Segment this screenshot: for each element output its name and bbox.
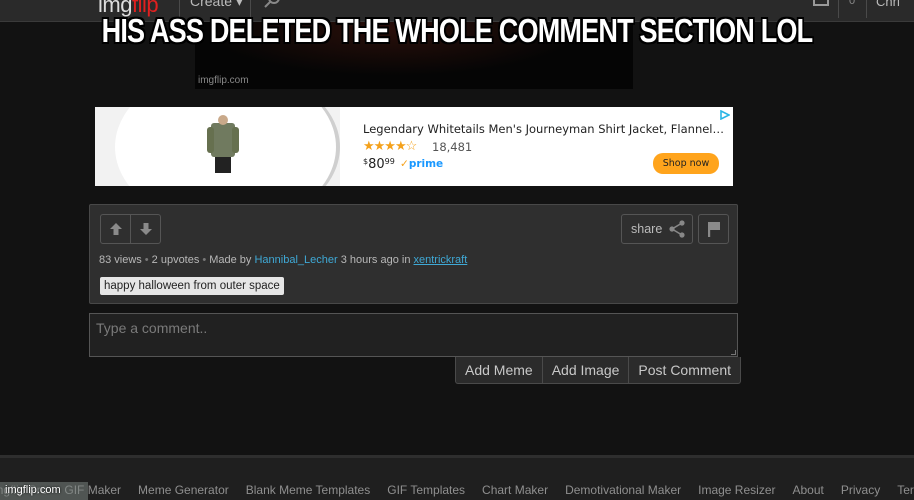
- search-icon[interactable]: [262, 0, 282, 8]
- user-menu[interactable]: Chri: [876, 0, 900, 9]
- separator: •: [144, 254, 149, 266]
- post-meta: 83 views • 2 upvotes • Made by Hannibal_Lech…: [99, 254, 467, 266]
- made-by-label: Made by: [209, 254, 252, 266]
- vote-buttons: [100, 214, 161, 244]
- separator: •: [202, 254, 207, 266]
- footer-link-meme-generator[interactable]: Meme Generator: [138, 483, 229, 497]
- imgflip-watermark: imgflip.com: [0, 482, 88, 500]
- comment-input[interactable]: [89, 313, 738, 357]
- author-link[interactable]: Hannibal_Lecher: [254, 254, 337, 266]
- prime-check-icon: ✓: [400, 158, 409, 170]
- shop-now-button[interactable]: Shop now: [653, 153, 719, 174]
- share-button[interactable]: share: [621, 214, 693, 244]
- footer-link-privacy[interactable]: Privacy: [841, 483, 880, 497]
- footer-link-gif-templates[interactable]: GIF Templates: [387, 483, 465, 497]
- footer-link-chart-maker[interactable]: Chart Maker: [482, 483, 548, 497]
- arrow-up-icon: [109, 223, 122, 235]
- add-image-button[interactable]: Add Image: [541, 357, 629, 383]
- site-footer: Imgflip Pro GIF Maker Meme Generator Bla…: [0, 455, 914, 500]
- upload-icon[interactable]: [813, 0, 829, 6]
- footer-link-demotivational-maker[interactable]: Demotivational Maker: [565, 483, 681, 497]
- footer-links: Imgflip Pro GIF Maker Meme Generator Bla…: [0, 483, 914, 497]
- ad-price: $8099: [363, 157, 395, 172]
- footer-link-terms[interactable]: Terms: [897, 483, 914, 497]
- ad-image-area: [95, 107, 340, 186]
- ad-rating-count: 18,481: [432, 140, 473, 154]
- footer-link-image-resizer[interactable]: Image Resizer: [698, 483, 775, 497]
- ad-product-title[interactable]: Legendary Whitetails Men's Journeyman Sh…: [363, 122, 724, 136]
- stream-link[interactable]: xentrickraft: [414, 254, 468, 266]
- ad-rating-stars: ★★★★☆: [363, 138, 417, 153]
- footer-link-blank-meme-templates[interactable]: Blank Meme Templates: [246, 483, 371, 497]
- share-icon: [669, 220, 685, 238]
- post-tag[interactable]: happy halloween from outer space: [100, 277, 284, 295]
- upvote-count: 2 upvotes: [151, 254, 200, 266]
- meme-watermark: imgflip.com: [198, 75, 249, 86]
- ad-price-whole: 80: [368, 157, 385, 172]
- textarea-resize-handle[interactable]: [731, 350, 736, 355]
- post-info-panel: share 83 views • 2 upvotes • Made by Hanniba…: [89, 204, 738, 304]
- ad-banner[interactable]: Legendary Whitetails Men's Journeyman Sh…: [95, 107, 733, 186]
- ad-price-cents: 99: [384, 157, 395, 166]
- comment-actions: Add Meme Add Image Post Comment: [455, 357, 742, 384]
- add-meme-button[interactable]: Add Meme: [456, 357, 542, 383]
- flag-icon: [707, 222, 720, 237]
- jacket-product-image: [207, 115, 239, 173]
- prime-label: prime: [408, 158, 444, 170]
- share-label: share: [631, 222, 663, 236]
- view-count: 83 views: [99, 254, 142, 266]
- post-time: 3 hours ago in: [340, 254, 411, 266]
- nav-divider: [866, 0, 867, 18]
- upvote-button[interactable]: [101, 215, 130, 243]
- meme-caption: HIS ASS DELETED THE WHOLE COMMENT SECTIO…: [101, 12, 814, 49]
- downvote-button[interactable]: [130, 215, 160, 243]
- nav-divider: [838, 0, 839, 18]
- flag-button[interactable]: [698, 214, 729, 244]
- prime-badge: ✓prime: [400, 158, 443, 170]
- post-comment-button[interactable]: Post Comment: [628, 357, 740, 383]
- arrow-down-icon: [139, 223, 152, 235]
- ad-choices-icon[interactable]: [720, 110, 730, 120]
- notification-count[interactable]: 0: [849, 0, 855, 7]
- create-menu-button[interactable]: Create ▾: [190, 0, 243, 10]
- footer-link-about[interactable]: About: [793, 483, 824, 497]
